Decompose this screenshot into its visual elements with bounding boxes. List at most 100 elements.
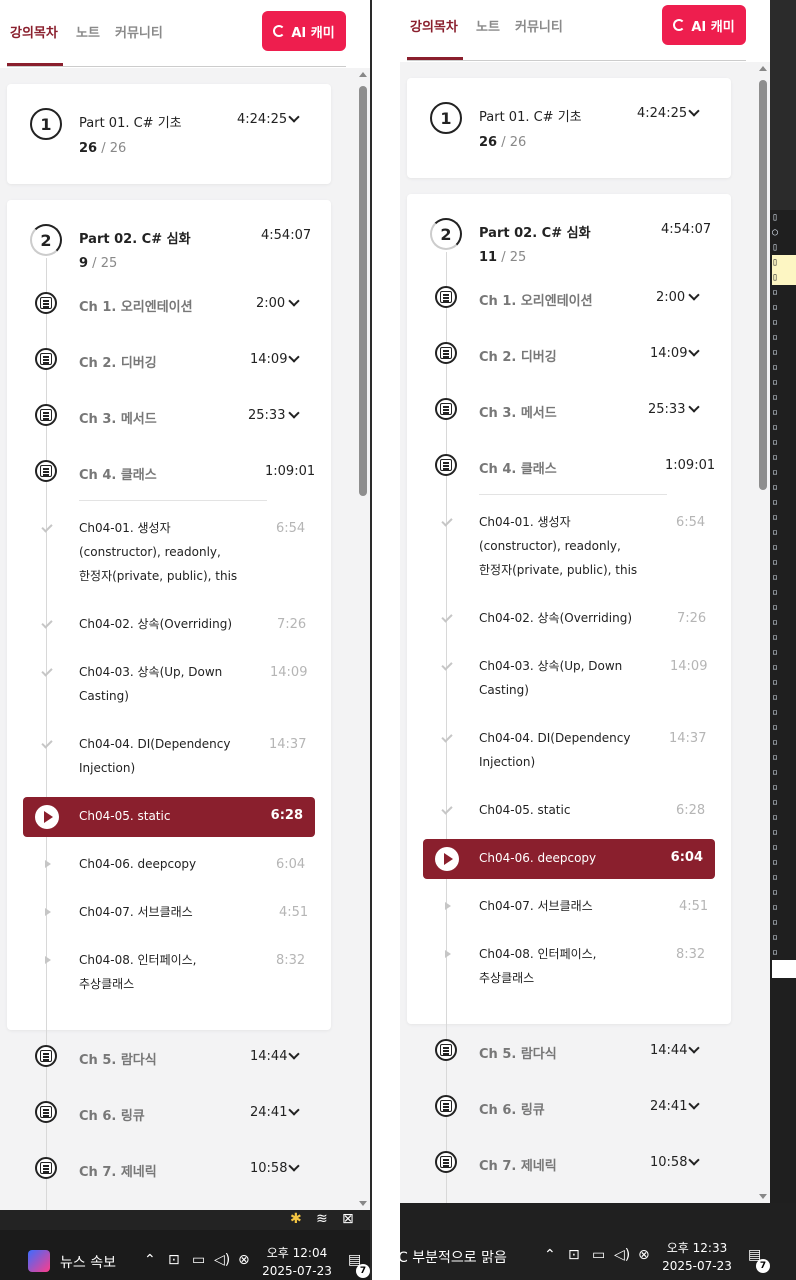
lecture-title[interactable]: Ch04-08. 인터페이스, 추상클래스 (79, 948, 197, 996)
part-card-expanded[interactable]: 2 Part 02. C# 심화 4:54:07 9 / 25 Ch 1. 오리… (7, 200, 331, 1030)
scroll-up-icon[interactable] (359, 72, 367, 77)
chapter-title[interactable]: Ch 7. 제네릭 (479, 1155, 557, 1174)
chevron-down-icon[interactable] (688, 345, 700, 357)
lecture-title[interactable]: Ch04-01. 생성자 (constructor), readonly, 한정… (79, 516, 269, 588)
lecture-title[interactable]: Ch04-04. DI(Dependency Injection) (479, 726, 630, 774)
news-icon[interactable] (28, 1250, 50, 1272)
part-number: 1 (30, 108, 62, 140)
news-widget-label[interactable]: 뉴스 속보 (60, 1252, 116, 1272)
current-lecture[interactable]: Ch04-06. deepcopy 6:04 (423, 839, 715, 879)
clock-time: 오후 12:04 (266, 1246, 328, 1260)
tab-notes[interactable]: 노트 (76, 22, 100, 41)
chapter-title[interactable]: Ch 4. 클래스 (479, 458, 557, 477)
ai-button[interactable]: AI 캐미 (262, 11, 346, 51)
edge-row: ▫ (772, 482, 779, 493)
close-circle-icon[interactable]: ⊗ (238, 1252, 250, 1268)
weather-widget-label[interactable]: C 부분적으로 맑음 (398, 1247, 507, 1267)
edge-row: ▫ (772, 392, 779, 403)
chapter-title[interactable]: Ch 3. 메서드 (479, 402, 557, 421)
chapter-title[interactable]: Ch 5. 람다식 (479, 1043, 557, 1062)
chevron-down-icon[interactable] (688, 1098, 700, 1110)
network-icon[interactable]: ▭ (192, 1252, 205, 1268)
chapter-title[interactable]: Ch 1. 오리엔테이션 (79, 296, 193, 315)
chevron-down-icon[interactable] (688, 401, 700, 413)
lecture-title[interactable]: Ch04-04. DI(Dependency Injection) (79, 732, 230, 780)
chapter-title[interactable]: Ch 6. 링큐 (79, 1105, 145, 1124)
tab-toc[interactable]: 강의목차 (10, 22, 58, 41)
lecture-title[interactable]: Ch04-07. 서브클래스 (479, 894, 593, 918)
document-icon (435, 1039, 457, 1061)
chapter-title[interactable]: Ch 3. 메서드 (79, 408, 157, 427)
document-icon (435, 342, 457, 364)
edge-row: ▫ (772, 857, 779, 868)
chevron-down-icon[interactable] (688, 289, 700, 301)
tab-community[interactable]: 커뮤니티 (515, 16, 563, 35)
scrollbar[interactable] (356, 68, 370, 1210)
chapter-title[interactable]: Ch 1. 오리엔테이션 (479, 290, 593, 309)
scroll-up-icon[interactable] (759, 66, 767, 71)
chapter-title[interactable]: Ch 6. 링큐 (479, 1099, 545, 1118)
chevron-down-icon[interactable] (688, 1154, 700, 1166)
ai-button[interactable]: AI 캐미 (662, 5, 746, 45)
close-circle-icon[interactable]: ⊗ (638, 1247, 650, 1263)
chevron-down-icon[interactable] (688, 105, 700, 117)
toc-list[interactable]: 1 Part 01. C# 기초 4:24:25 26 / 26 2 Part … (0, 70, 370, 1210)
lecture-title[interactable]: Ch04-01. 생성자 (constructor), readonly, 한정… (479, 510, 669, 582)
chapter-duration: 14:44 (650, 1043, 688, 1058)
toc-list[interactable]: 1 Part 01. C# 기초 4:24:25 26 / 26 2 Part … (400, 64, 770, 1203)
scrollbar-thumb[interactable] (759, 80, 767, 490)
chapter-duration: 2:00 (656, 290, 686, 305)
part-number: 2 (430, 218, 462, 250)
chevron-up-icon[interactable]: ⌃ (144, 1252, 156, 1268)
scroll-down-icon[interactable] (759, 1194, 767, 1199)
volume-icon[interactable]: ◁) (214, 1252, 230, 1268)
part-duration: 4:24:25 (637, 106, 688, 121)
network-icon[interactable]: ▭ (592, 1247, 605, 1263)
current-lecture[interactable]: Ch04-05. static 6:28 (23, 797, 315, 837)
chapter-title[interactable]: Ch 4. 클래스 (79, 464, 157, 483)
tray-overflow: ✱ ≋ ⊠ (0, 1210, 370, 1230)
clock[interactable]: 오후 12:33 2025-07-23 (662, 1239, 732, 1275)
check-icon (441, 611, 453, 623)
network-icon[interactable]: ⊠ (342, 1211, 354, 1227)
tab-toc[interactable]: 강의목차 (410, 16, 458, 35)
tab-community[interactable]: 커뮤니티 (115, 22, 163, 41)
chevron-up-icon[interactable]: ⌃ (544, 1247, 556, 1263)
chevron-down-icon[interactable] (288, 295, 300, 307)
chapter-title[interactable]: Ch 2. 디버깅 (479, 346, 557, 365)
chevron-down-icon[interactable] (688, 1042, 700, 1054)
meet-icon[interactable]: ⊡ (568, 1247, 580, 1263)
lecture-title[interactable]: Ch04-07. 서브클래스 (79, 900, 193, 924)
clock[interactable]: 오후 12:04 2025-07-23 (262, 1244, 332, 1280)
meet-icon[interactable]: ⊡ (168, 1252, 180, 1268)
lecture-title[interactable]: Ch04-06. deepcopy (79, 852, 196, 876)
tab-notes[interactable]: 노트 (476, 16, 500, 35)
triangle-icon (445, 902, 451, 910)
lecture-title[interactable]: Ch04-08. 인터페이스, 추상클래스 (479, 942, 597, 990)
chevron-down-icon[interactable] (288, 1160, 300, 1172)
chevron-down-icon[interactable] (288, 111, 300, 123)
chapter-title[interactable]: Ch 7. 제네릭 (79, 1161, 157, 1180)
chevron-down-icon[interactable] (288, 1104, 300, 1116)
lecture-title[interactable]: Ch04-02. 상속(Overriding) (79, 612, 232, 636)
chapter-title[interactable]: Ch 5. 람다식 (79, 1049, 157, 1068)
chevron-down-icon[interactable] (288, 407, 300, 419)
part-card[interactable]: 1 Part 01. C# 기초 4:24:25 26 / 26 (407, 78, 731, 178)
background-window-top (770, 0, 796, 210)
chevron-down-icon[interactable] (288, 1048, 300, 1060)
chevron-down-icon[interactable] (288, 351, 300, 363)
bug-icon[interactable]: ✱ (290, 1211, 302, 1227)
chapter-title[interactable]: Ch 2. 디버깅 (79, 352, 157, 371)
part-card[interactable]: 1 Part 01. C# 기초 4:24:25 26 / 26 (7, 84, 331, 184)
lecture-title[interactable]: Ch04-03. 상속(Up, Down Casting) (479, 654, 622, 702)
lecture-title[interactable]: Ch04-05. static (479, 798, 570, 822)
stack-icon[interactable]: ≋ (316, 1211, 328, 1227)
part-card-expanded[interactable]: 2 Part 02. C# 심화 4:54:07 11 / 25 Ch 1. 오… (407, 194, 731, 1024)
lecture-title[interactable]: Ch04-02. 상속(Overriding) (479, 606, 632, 630)
scroll-down-icon[interactable] (359, 1201, 367, 1206)
scrollbar-thumb[interactable] (359, 86, 367, 496)
volume-icon[interactable]: ◁) (614, 1247, 630, 1263)
edge-row: ▫ (772, 362, 779, 373)
lecture-title[interactable]: Ch04-03. 상속(Up, Down Casting) (79, 660, 222, 708)
scrollbar[interactable] (756, 62, 770, 1203)
